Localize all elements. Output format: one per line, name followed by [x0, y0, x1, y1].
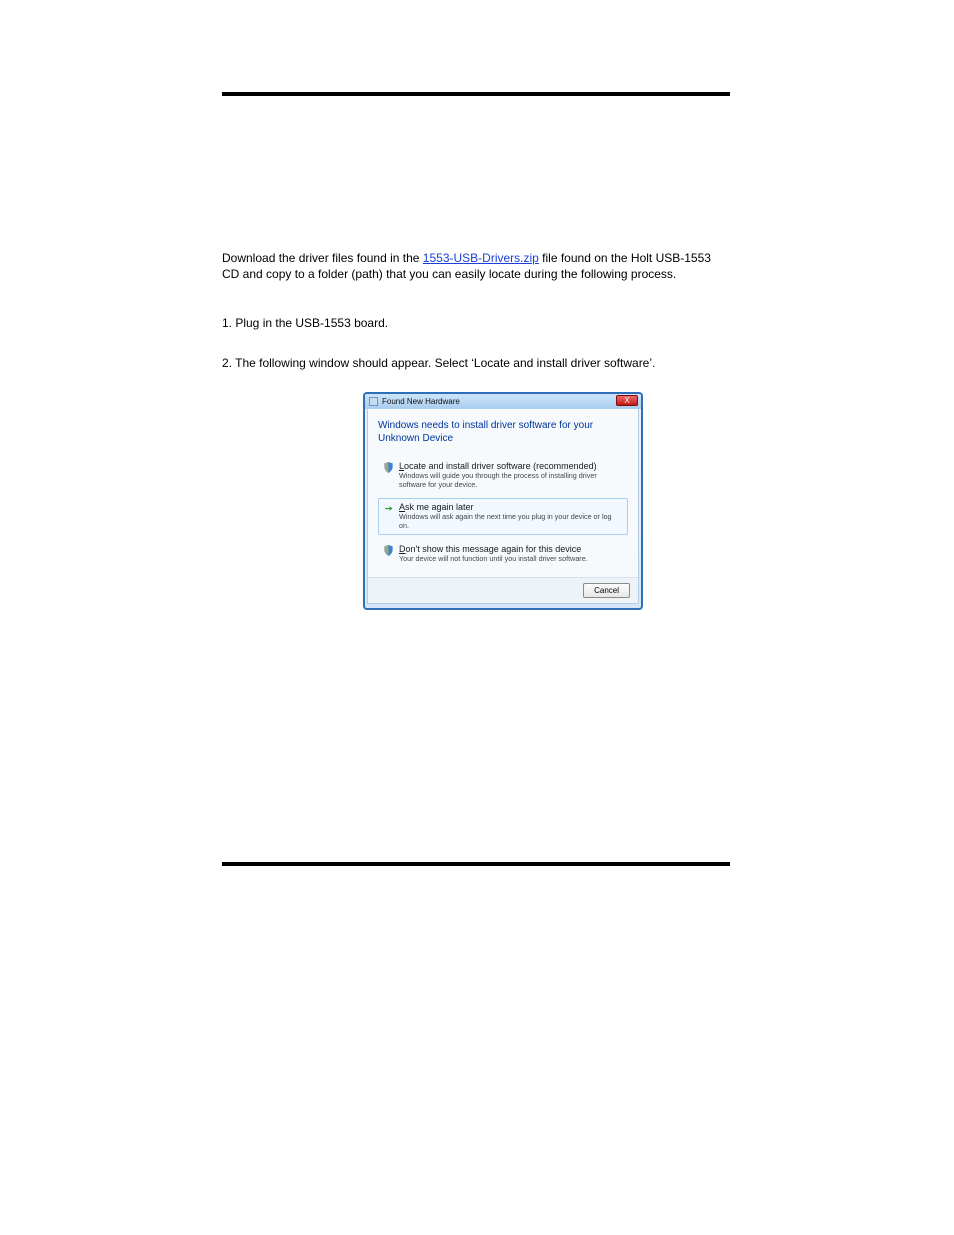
- top-rule: [222, 92, 730, 96]
- driver-zip-link[interactable]: 1553-USB-Drivers.zip: [423, 251, 539, 265]
- arrow-right-icon: [383, 503, 394, 514]
- option-title: Locate and install driver software (reco…: [399, 461, 623, 471]
- dialog-instruction: Windows needs to install driver software…: [378, 419, 628, 445]
- intro-text-prefix: Download the driver files found in the: [222, 251, 423, 265]
- shield-icon: [383, 545, 394, 556]
- step-2-text: 2. The following window should appear. S…: [222, 355, 730, 371]
- option-desc: Windows will guide you through the proce…: [399, 472, 623, 489]
- option-title: Don't show this message again for this d…: [399, 544, 623, 554]
- step-1-text: 1. Plug in the USB-1553 board.: [222, 315, 730, 331]
- bottom-rule: [222, 862, 730, 866]
- dialog-titlebar[interactable]: Found New Hardware X: [365, 394, 641, 409]
- close-button[interactable]: X: [616, 395, 638, 406]
- close-icon: X: [624, 396, 629, 405]
- found-new-hardware-dialog: Found New Hardware X Windows needs to in…: [363, 392, 643, 610]
- dialog-title: Found New Hardware: [382, 397, 460, 406]
- dialog-app-icon: [369, 397, 378, 406]
- option-locate-install[interactable]: Locate and install driver software (reco…: [378, 457, 628, 493]
- option-desc: Windows will ask again the next time you…: [399, 513, 623, 530]
- option-ask-later[interactable]: Ask me again later Windows will ask agai…: [378, 498, 628, 534]
- cancel-button[interactable]: Cancel: [583, 583, 630, 598]
- option-dont-show[interactable]: Don't show this message again for this d…: [378, 540, 628, 568]
- shield-icon: [383, 462, 394, 473]
- dialog-button-row: Cancel: [368, 577, 638, 603]
- option-desc: Your device will not function until you …: [399, 555, 623, 564]
- intro-paragraph: Download the driver files found in the 1…: [222, 250, 730, 282]
- option-title: Ask me again later: [399, 502, 623, 512]
